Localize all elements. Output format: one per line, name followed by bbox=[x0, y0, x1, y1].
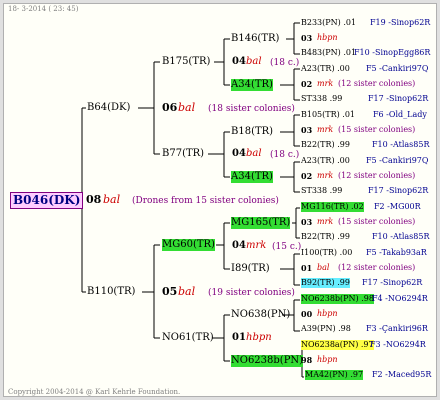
g5-03c-year: 03 bbox=[301, 217, 313, 227]
year-05: 05 bbox=[162, 285, 178, 298]
sire-b64[interactable]: B64(DK) bbox=[87, 102, 130, 114]
g5-01-year: 01 bbox=[301, 263, 313, 273]
g5-mg116[interactable]: MG116(TR) .02 bbox=[301, 202, 364, 212]
breed-04a: bal bbox=[246, 56, 262, 67]
g5-03b-year: 03 bbox=[301, 125, 313, 135]
g5-st338-1-f: F17 -Sinop62R bbox=[368, 94, 429, 103]
g5-st338-2[interactable]: ST338 .99 bbox=[301, 186, 342, 196]
g5-a23-1-f: F5 -Cankiri97Q bbox=[366, 64, 429, 73]
g5-b22-1-f: F10 -Atlas85R bbox=[372, 140, 430, 149]
pedigree-canvas: 18- 3-2014 ( 23: 45) Copyright 2004-2014… bbox=[3, 3, 437, 397]
breed-05: bal bbox=[178, 285, 196, 298]
g5-mg116-f: F2 -MG00R bbox=[374, 202, 421, 211]
g5-st338-1[interactable]: ST338 .99 bbox=[301, 94, 342, 104]
g5-03-year: 03 bbox=[301, 33, 313, 43]
g5-b22-2[interactable]: B22(TR) .99 bbox=[301, 232, 350, 242]
g5-a23-2-f: F5 -Cankiri97Q bbox=[366, 156, 429, 165]
g5-b92-f: F17 -Sinop62R bbox=[362, 278, 423, 287]
queen-a34-1[interactable]: A34(TR) bbox=[231, 79, 273, 91]
note-04a: (18 c.) bbox=[270, 58, 300, 68]
g5-00-year: 00 bbox=[301, 309, 313, 319]
queen-b77[interactable]: B77(TR) bbox=[162, 148, 204, 160]
g5-01-breed: bal bbox=[317, 263, 330, 272]
g5-98-year: 98 bbox=[301, 355, 313, 365]
g5-i100[interactable]: I100(TR) .00 bbox=[301, 248, 352, 258]
sire-b110[interactable]: B110(TR) bbox=[87, 286, 135, 298]
g5-b22-2-f: F10 -Atlas85R bbox=[372, 232, 430, 241]
sister-note-05: (19 sister colonies) bbox=[208, 288, 295, 298]
queen-b175[interactable]: B175(TR) bbox=[162, 56, 210, 68]
queen-b18[interactable]: B18(TR) bbox=[231, 126, 273, 138]
g5-03c-breed: mrk bbox=[317, 217, 334, 226]
g5-b483[interactable]: B483(PN) .01 bbox=[301, 48, 356, 58]
g5-02b-year: 02 bbox=[301, 171, 313, 181]
g5-98-breed: hbpn bbox=[317, 355, 338, 364]
g5-no6238b-f: F4 -NO6294R bbox=[372, 294, 428, 303]
queen-no6238b[interactable]: NO6238b(PN) bbox=[231, 355, 304, 367]
breed-01: hbpn bbox=[246, 332, 272, 343]
drones-note: (Drones from 15 sister colonies) bbox=[132, 196, 279, 206]
g5-a39[interactable]: A39(PN) .98 bbox=[301, 324, 351, 334]
g5-03b-note: (15 sister colonies) bbox=[338, 125, 416, 134]
g5-a23-2[interactable]: A23(TR) .00 bbox=[301, 156, 350, 166]
year-01: 01 bbox=[232, 332, 246, 343]
breed-04c: mrk bbox=[246, 240, 267, 251]
year-04b: 04 bbox=[232, 148, 246, 159]
breed-06: bal bbox=[178, 101, 196, 114]
g5-b22-1[interactable]: B22(TR) .99 bbox=[301, 140, 350, 150]
queen-no638[interactable]: NO638(PN) bbox=[231, 309, 290, 321]
g5-02a-year: 02 bbox=[301, 79, 313, 89]
note-04c: (15 c.) bbox=[272, 242, 302, 252]
g5-st338-2-f: F17 -Sinop62R bbox=[368, 186, 429, 195]
g5-i100-f: F5 -Takab93aR bbox=[366, 248, 427, 257]
date-header: 18- 3-2014 ( 23: 45) bbox=[8, 5, 79, 13]
g5-ma42[interactable]: MA42(PN) .97 bbox=[305, 370, 364, 380]
g5-01-note: (12 sister colonies) bbox=[338, 263, 416, 272]
g5-b92[interactable]: B92(TR) .99 bbox=[301, 278, 350, 288]
copyright-footer: Copyright 2004-2014 @ Karl Kehrle Founda… bbox=[8, 388, 181, 396]
g5-02b-breed: mrk bbox=[317, 171, 334, 180]
g5-a23-1[interactable]: A23(TR) .00 bbox=[301, 64, 350, 74]
year-04a: 04 bbox=[232, 56, 246, 67]
g5-b483-f: F10 -SinopEgg86R bbox=[354, 48, 431, 57]
g5-ma42-f: F2 -Maced95R bbox=[372, 370, 432, 379]
queen-no61[interactable]: NO61(TR) bbox=[162, 332, 214, 344]
breed-04b: bal bbox=[246, 148, 262, 159]
queen-b146[interactable]: B146(TR) bbox=[231, 33, 279, 45]
mating-bal-08: bal bbox=[103, 193, 121, 206]
queen-mg60[interactable]: MG60(TR) bbox=[162, 239, 215, 251]
year-06: 06 bbox=[162, 101, 178, 114]
g5-02a-breed: mrk bbox=[317, 79, 334, 88]
queen-mg165[interactable]: MG165(TR) bbox=[231, 217, 291, 229]
g5-no6238b[interactable]: NO6238b(PN) .98 bbox=[301, 294, 374, 304]
g5-02b-note: (12 sister colonies) bbox=[338, 171, 416, 180]
mating-year-08: 08 bbox=[86, 193, 102, 206]
g5-no6238a-f: F3 -NO6294R bbox=[370, 340, 426, 349]
g5-a39-f: F3 -Çankiri96R bbox=[366, 324, 428, 333]
sister-note-06: (18 sister colonies) bbox=[208, 104, 295, 114]
g5-no6238a[interactable]: NO6238a(PN) .97 bbox=[301, 340, 374, 350]
g5-b105-f: F6 -Old_Lady bbox=[373, 110, 427, 119]
g5-03b-breed: mrk bbox=[317, 125, 334, 134]
year-04c: 04 bbox=[232, 240, 246, 251]
g5-00-breed: hbpn bbox=[317, 309, 338, 318]
note-04b: (18 c.) bbox=[270, 150, 300, 160]
root-queen[interactable]: B046(DK) bbox=[10, 192, 84, 209]
g5-03-breed: hbpn bbox=[317, 33, 338, 42]
g5-b105[interactable]: B105(TR) .01 bbox=[301, 110, 355, 120]
g5-b233[interactable]: B233(PN) .01 bbox=[301, 18, 356, 28]
queen-i89[interactable]: I89(TR) bbox=[231, 263, 270, 275]
g5-02a-note: (12 sister colonies) bbox=[338, 79, 416, 88]
g5-b233-f: F19 -Sinop62R bbox=[370, 18, 431, 27]
queen-a34-2[interactable]: A34(TR) bbox=[231, 171, 273, 183]
g5-03c-note: (15 sister colonies) bbox=[338, 217, 416, 226]
